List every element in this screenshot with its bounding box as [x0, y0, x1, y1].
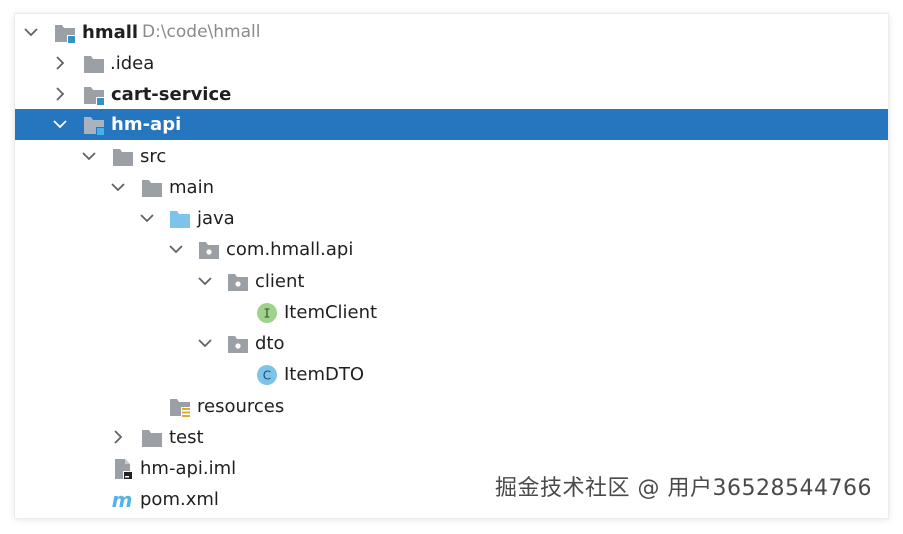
folder-icon — [82, 52, 106, 76]
tree-node-idea[interactable]: .idea — [15, 48, 888, 79]
tree-node-label: hm-api — [111, 114, 182, 135]
package-icon — [226, 270, 250, 294]
tree-node-label: test — [169, 427, 204, 448]
tree-node-itemdto[interactable]: C ItemDTO — [15, 359, 888, 390]
tree-node-hm-api[interactable]: hm-api — [15, 109, 888, 140]
source-folder-icon — [168, 207, 192, 231]
watermark-text: 掘金技术社区 @ 用户36528544766 — [495, 476, 872, 501]
tree-node-main[interactable]: main — [15, 172, 888, 203]
interface-badge-letter: I — [263, 307, 270, 321]
tree-node-label: pom.xml — [140, 489, 219, 510]
folder-icon — [140, 176, 164, 200]
chevron-right-icon[interactable] — [51, 79, 69, 110]
chevron-down-icon[interactable] — [22, 17, 40, 48]
package-icon — [197, 238, 221, 262]
tree-node-dto[interactable]: dto — [15, 328, 888, 359]
tree-node-label: cart-service — [111, 84, 232, 105]
chevron-right-icon[interactable] — [51, 48, 69, 79]
module-folder-icon — [53, 21, 77, 45]
tree-node-cart-service[interactable]: cart-service — [15, 79, 888, 110]
chevron-down-icon[interactable] — [51, 109, 69, 140]
chevron-down-icon[interactable] — [196, 266, 214, 297]
tree-node-test[interactable]: test — [15, 422, 888, 453]
module-folder-icon — [82, 83, 106, 107]
tree-node-label: hm-api.iml — [140, 458, 237, 479]
tree-node-src[interactable]: src — [15, 141, 888, 172]
chevron-down-icon[interactable] — [138, 203, 156, 234]
tree-node-label: src — [140, 146, 167, 167]
folder-icon — [140, 426, 164, 450]
folder-icon — [111, 145, 135, 169]
chevron-right-icon[interactable] — [109, 422, 127, 453]
maven-icon: m — [110, 488, 134, 512]
maven-glyph: m — [112, 488, 133, 512]
chevron-down-icon[interactable] — [80, 141, 98, 172]
project-tree-panel: hmall D:\code\hmall .idea cart-service h… — [15, 14, 888, 518]
tree-node-label: main — [169, 177, 214, 198]
tree-node-hmall[interactable]: hmall D:\code\hmall — [15, 17, 888, 48]
class-badge-letter: C — [263, 369, 271, 383]
tree-node-label: resources — [197, 396, 285, 417]
package-icon — [226, 332, 250, 356]
tree-node-resources[interactable]: resources — [15, 391, 888, 422]
tree-node-label: ItemClient — [284, 302, 378, 323]
tree-node-java[interactable]: java — [15, 203, 888, 234]
chevron-down-icon[interactable] — [196, 328, 214, 359]
chevron-down-icon[interactable] — [109, 172, 127, 203]
tree-node-label: com.hmall.api — [226, 239, 354, 260]
tree-node-label: .idea — [110, 53, 155, 74]
class-icon: C — [255, 363, 279, 387]
tree-node-label: ItemDTO — [284, 364, 364, 385]
chevron-down-icon[interactable] — [167, 234, 185, 265]
project-path: D:\code\hmall — [142, 22, 261, 42]
module-folder-icon — [82, 113, 106, 137]
tree-node-label: client — [255, 271, 305, 292]
tree-node-com-hmall-api[interactable]: com.hmall.api — [15, 234, 888, 265]
tree-node-itemclient[interactable]: I ItemClient — [15, 297, 888, 328]
interface-icon: I — [255, 301, 279, 325]
iml-file-icon — [111, 457, 135, 481]
tree-node-label: java — [197, 208, 235, 229]
resources-folder-icon — [168, 395, 192, 419]
tree-node-label: hmall — [82, 22, 139, 43]
tree-node-client[interactable]: client — [15, 266, 888, 297]
tree-node-label: dto — [255, 333, 285, 354]
